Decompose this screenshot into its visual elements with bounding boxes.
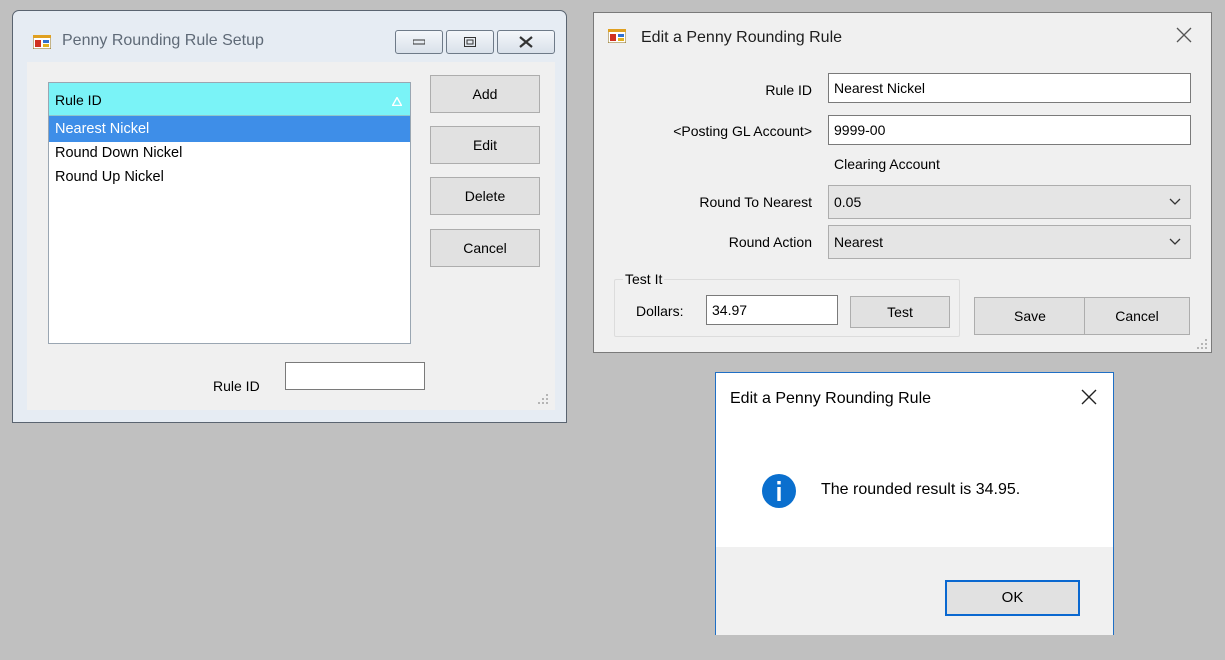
message-box-footer: OK — [716, 547, 1113, 635]
chevron-down-icon — [1169, 238, 1181, 245]
save-button[interactable]: Save — [974, 297, 1086, 335]
close-icon[interactable] — [1081, 389, 1097, 408]
posting-gl-account-label[interactable]: <Posting GL Account> — [634, 123, 812, 139]
gl-account-description: Clearing Account — [834, 156, 940, 172]
rule-id-filter-label: Rule ID — [213, 378, 260, 394]
dollars-label: Dollars: — [636, 303, 684, 319]
edit-rule-window: Edit a Penny Rounding Rule Rule ID Neare… — [593, 12, 1212, 353]
gl-account-input[interactable]: 9999-00 — [828, 115, 1191, 145]
edit-button[interactable]: Edit — [430, 126, 540, 164]
round-to-label: Round To Nearest — [699, 194, 812, 210]
setup-titlebar[interactable]: Penny Rounding Rule Setup — [13, 11, 566, 63]
minimize-button[interactable] — [395, 30, 443, 54]
list-item[interactable]: Nearest Nickel — [49, 116, 410, 142]
rule-setup-window: Penny Rounding Rule Setup Rule ID Neares… — [12, 10, 567, 423]
rule-id-label: Rule ID — [765, 82, 812, 98]
round-action-label: Round Action — [728, 234, 812, 250]
sort-ascending-icon — [391, 93, 403, 109]
rule-id-input[interactable]: Nearest Nickel — [828, 73, 1191, 103]
minimize-icon — [413, 39, 425, 45]
window-title: Edit a Penny Rounding Rule — [641, 29, 843, 46]
test-button[interactable]: Test — [850, 296, 950, 328]
ok-button[interactable]: OK — [945, 580, 1080, 616]
setup-client-area: Rule ID Nearest Nickel Round Down Nickel… — [27, 62, 555, 410]
message-text: The rounded result is 34.95. — [821, 481, 1021, 498]
round-to-select[interactable]: 0.05 — [828, 185, 1191, 219]
rule-id-filter-input[interactable] — [285, 362, 425, 390]
close-icon — [519, 36, 533, 48]
list-column-header[interactable]: Rule ID — [49, 83, 410, 116]
rule-id-list[interactable]: Rule ID Nearest Nickel Round Down Nickel… — [48, 82, 411, 344]
resize-grip-icon[interactable] — [1196, 337, 1208, 353]
delete-button[interactable]: Delete — [430, 177, 540, 215]
round-to-value: 0.05 — [834, 194, 862, 210]
dollars-input[interactable]: 34.97 — [706, 295, 838, 325]
close-icon[interactable] — [1176, 27, 1192, 46]
message-box: Edit a Penny Rounding Rule The rounded r… — [715, 372, 1114, 635]
message-box-title: Edit a Penny Rounding Rule — [730, 390, 932, 407]
maximize-button[interactable] — [446, 30, 494, 54]
round-action-value: Nearest — [834, 234, 884, 250]
window-title: Penny Rounding Rule Setup — [62, 32, 264, 49]
cancel-button[interactable]: Cancel — [1084, 297, 1190, 335]
app-form-icon — [607, 28, 627, 46]
close-button[interactable] — [497, 30, 555, 54]
cancel-button[interactable]: Cancel — [430, 229, 540, 267]
list-item[interactable]: Round Up Nickel — [49, 164, 410, 190]
round-action-select[interactable]: Nearest — [828, 225, 1191, 259]
resize-grip-icon[interactable] — [537, 392, 549, 408]
list-item[interactable]: Round Down Nickel — [49, 140, 410, 166]
column-header-label: Rule ID — [55, 92, 102, 108]
info-icon — [761, 473, 797, 512]
maximize-icon — [464, 37, 476, 47]
chevron-down-icon — [1169, 198, 1181, 205]
groupbox-title: Test It — [623, 271, 665, 287]
app-form-icon — [32, 34, 52, 52]
add-button[interactable]: Add — [430, 75, 540, 113]
